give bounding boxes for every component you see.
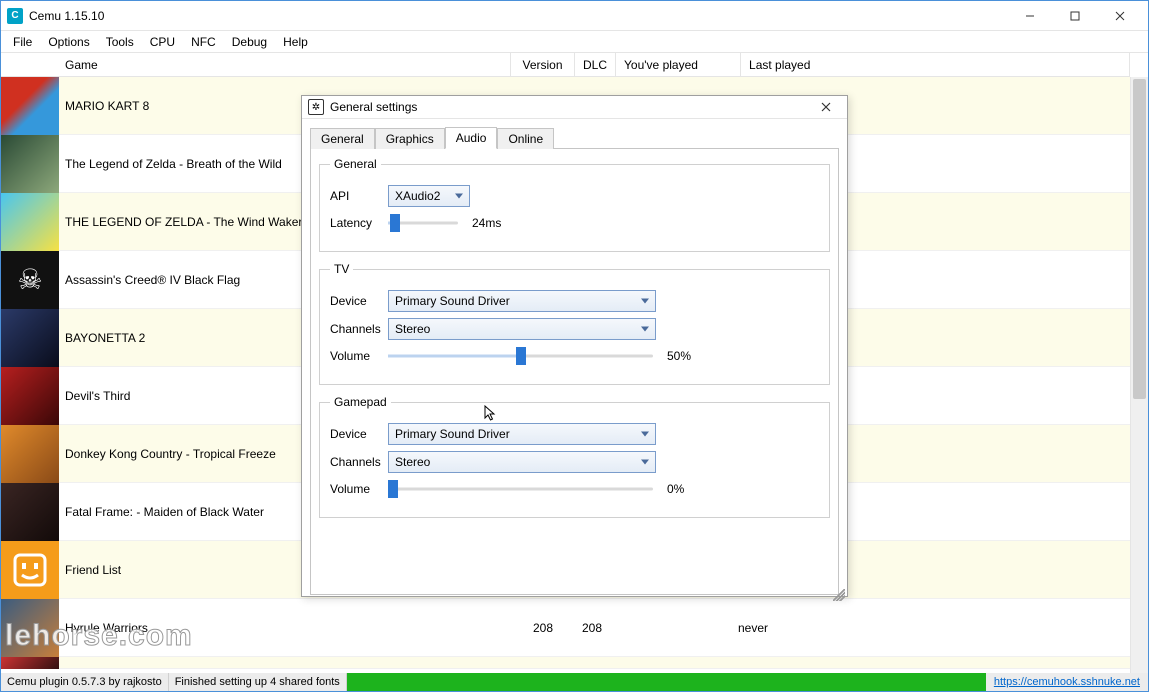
gp-channels-select[interactable]: Stereo: [388, 451, 656, 473]
dialog-body: General Graphics Audio Online General AP…: [302, 119, 847, 603]
game-thumb: [1, 483, 59, 541]
dialog-titlebar: ✲ General settings: [302, 96, 847, 119]
tab-online[interactable]: Online: [497, 128, 554, 149]
gp-volume-value: 0%: [667, 482, 684, 496]
menu-help[interactable]: Help: [275, 33, 316, 51]
status-progress: [347, 673, 986, 691]
game-thumb: [1, 367, 59, 425]
col-dlc[interactable]: DLC: [575, 53, 616, 77]
scrollbar-thumb[interactable]: [1133, 79, 1146, 399]
game-thumb: [1, 309, 59, 367]
col-game[interactable]: Game: [1, 53, 511, 77]
group-gamepad: Gamepad Device Primary Sound Driver Chan…: [319, 395, 830, 518]
gp-volume-slider[interactable]: [388, 479, 653, 499]
game-dlc: 208: [575, 621, 609, 635]
tab-general[interactable]: General: [310, 128, 375, 149]
status-fonts: Finished setting up 4 shared fonts: [169, 673, 347, 691]
window-title: Cemu 1.15.10: [29, 9, 104, 23]
group-tv: TV Device Primary Sound Driver Channels …: [319, 262, 830, 385]
game-name: Hyrule Warriors: [59, 621, 511, 635]
app-icon: C: [7, 8, 23, 24]
statusbar: Cemu plugin 0.5.7.3 by rajkosto Finished…: [1, 673, 1148, 691]
col-played[interactable]: You've played: [616, 53, 741, 77]
menubar: File Options Tools CPU NFC Debug Help: [1, 31, 1148, 53]
game-thumb: [1, 599, 59, 657]
column-headers: Game Version DLC You've played Last play…: [1, 53, 1130, 77]
dialog-close-button[interactable]: [811, 96, 841, 118]
menu-tools[interactable]: Tools: [98, 33, 142, 51]
game-thumb: [1, 135, 59, 193]
tv-channels-label: Channels: [330, 322, 388, 336]
game-thumb: [1, 657, 59, 669]
vertical-scrollbar[interactable]: [1130, 77, 1148, 673]
tv-volume-value: 50%: [667, 349, 691, 363]
game-row[interactable]: [1, 657, 1130, 669]
latency-slider[interactable]: [388, 213, 458, 233]
group-general-legend: General: [330, 157, 381, 171]
minimize-button[interactable]: [1007, 2, 1052, 30]
game-last: never: [734, 621, 1130, 635]
gp-channels-label: Channels: [330, 455, 388, 469]
group-gamepad-legend: Gamepad: [330, 395, 391, 409]
tv-device-label: Device: [330, 294, 388, 308]
gp-device-label: Device: [330, 427, 388, 441]
game-thumb: [1, 541, 59, 599]
game-version: 208: [511, 621, 575, 635]
latency-value: 24ms: [472, 216, 501, 230]
tv-volume-label: Volume: [330, 349, 388, 363]
menu-file[interactable]: File: [5, 33, 40, 51]
tabstrip: General Graphics Audio Online: [310, 125, 839, 149]
resize-grip[interactable]: [833, 589, 845, 601]
game-thumb: [1, 425, 59, 483]
menu-debug[interactable]: Debug: [224, 33, 275, 51]
status-link[interactable]: https://cemuhook.sshnuke.net: [986, 673, 1148, 691]
tabpage-audio: General API XAudio2 Latency 24ms: [310, 149, 839, 595]
api-label: API: [330, 189, 388, 203]
game-thumb: ☠: [1, 251, 59, 309]
window-controls: [1007, 2, 1142, 30]
game-thumb: [1, 193, 59, 251]
col-version[interactable]: Version: [511, 53, 575, 77]
game-row[interactable]: Hyrule Warriors208208never: [1, 599, 1130, 657]
status-plugin: Cemu plugin 0.5.7.3 by rajkosto: [1, 673, 169, 691]
gear-icon: ✲: [308, 99, 324, 115]
titlebar: C Cemu 1.15.10: [1, 1, 1148, 31]
maximize-button[interactable]: [1052, 2, 1097, 30]
tv-device-select[interactable]: Primary Sound Driver: [388, 290, 656, 312]
menu-cpu[interactable]: CPU: [142, 33, 183, 51]
api-select[interactable]: XAudio2: [388, 185, 470, 207]
tab-graphics[interactable]: Graphics: [375, 128, 445, 149]
app-window: C Cemu 1.15.10 File Options Tools CPU NF…: [0, 0, 1149, 692]
dialog-title: General settings: [330, 100, 417, 114]
col-last-played[interactable]: Last played: [741, 53, 1130, 77]
close-button[interactable]: [1097, 2, 1142, 30]
tv-volume-slider[interactable]: [388, 346, 653, 366]
latency-label: Latency: [330, 216, 388, 230]
tab-audio[interactable]: Audio: [445, 127, 498, 149]
group-tv-legend: TV: [330, 262, 353, 276]
tv-channels-select[interactable]: Stereo: [388, 318, 656, 340]
gp-device-select[interactable]: Primary Sound Driver: [388, 423, 656, 445]
game-thumb: [1, 77, 59, 135]
settings-dialog: ✲ General settings General Graphics Audi…: [301, 95, 848, 597]
gp-volume-label: Volume: [330, 482, 388, 496]
menu-nfc[interactable]: NFC: [183, 33, 224, 51]
menu-options[interactable]: Options: [40, 33, 97, 51]
group-general: General API XAudio2 Latency 24ms: [319, 157, 830, 252]
